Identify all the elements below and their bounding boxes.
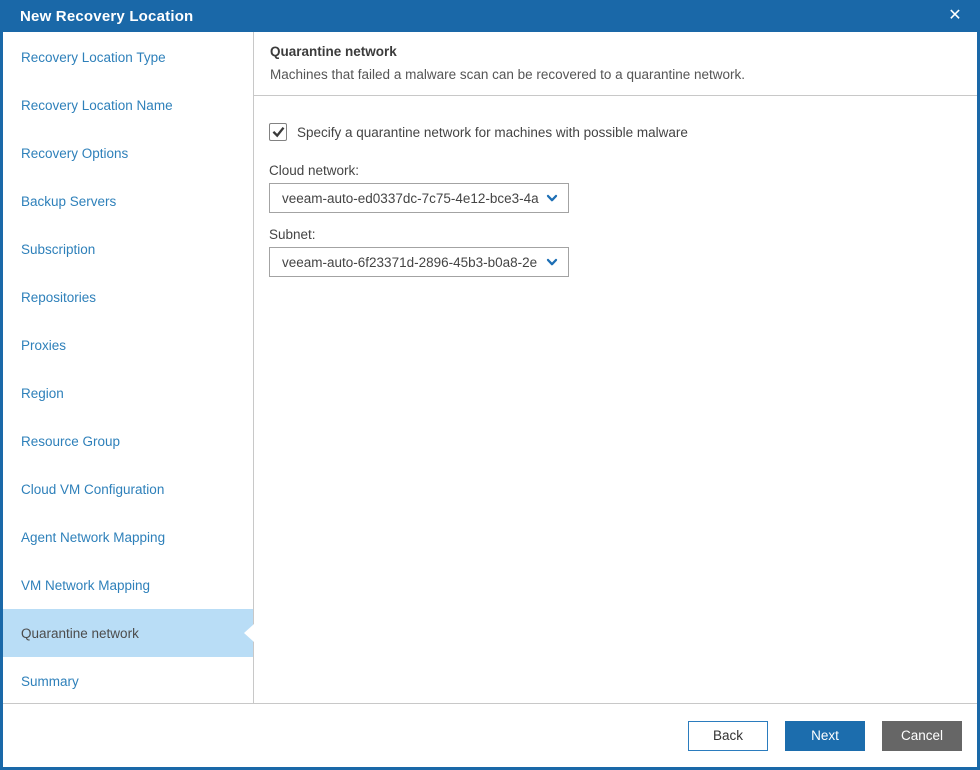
dialog-body: Recovery Location Type Recovery Location …: [3, 32, 977, 703]
title-bar: New Recovery Location ✕: [0, 0, 980, 32]
new-recovery-location-dialog: New Recovery Location ✕ Recovery Locatio…: [0, 0, 980, 770]
main-panel: Quarantine network Machines that failed …: [254, 32, 977, 703]
sidebar-item-recovery-location-name[interactable]: Recovery Location Name: [3, 81, 253, 129]
sidebar-item-label: Cloud VM Configuration: [21, 481, 165, 497]
sidebar-item-agent-network-mapping[interactable]: Agent Network Mapping: [3, 513, 253, 561]
chevron-down-icon: [545, 255, 559, 269]
subnet-value: veeam-auto-6f23371d-2896-45b3-b0a8-2e: [282, 254, 538, 270]
sidebar-item-summary[interactable]: Summary: [3, 657, 253, 705]
step-title: Quarantine network: [270, 44, 397, 59]
sidebar-item-label: Backup Servers: [21, 193, 117, 209]
sidebar-item-repositories[interactable]: Repositories: [3, 273, 253, 321]
sidebar-item-label: Repositories: [21, 289, 97, 305]
quarantine-checkbox-label: Specify a quarantine network for machine…: [297, 124, 688, 140]
sidebar-item-recovery-options[interactable]: Recovery Options: [3, 129, 253, 177]
sidebar-item-label: Agent Network Mapping: [21, 529, 166, 545]
close-icon[interactable]: ✕: [944, 5, 966, 27]
subnet-label: Subnet:: [269, 227, 316, 242]
sidebar-item-label: Quarantine network: [21, 625, 139, 641]
sidebar-item-label: VM Network Mapping: [21, 577, 151, 593]
sidebar-item-backup-servers[interactable]: Backup Servers: [3, 177, 253, 225]
sidebar-item-proxies[interactable]: Proxies: [3, 321, 253, 369]
step-description: Machines that failed a malware scan can …: [270, 67, 746, 82]
cloud-network-value: veeam-auto-ed0337dc-7c75-4e12-bce3-4a: [282, 190, 539, 206]
quarantine-checkbox[interactable]: [269, 123, 287, 141]
sidebar-item-label: Recovery Location Name: [21, 97, 173, 113]
cancel-button[interactable]: Cancel: [882, 720, 962, 751]
sidebar-item-subscription[interactable]: Subscription: [3, 225, 253, 273]
sidebar-item-recovery-location-type[interactable]: Recovery Location Type: [3, 33, 253, 81]
cloud-network-label: Cloud network:: [269, 163, 360, 178]
sidebar-item-label: Resource Group: [21, 433, 121, 449]
sidebar-item-label: Summary: [21, 673, 79, 689]
sidebar-item-cloud-vm-configuration[interactable]: Cloud VM Configuration: [3, 465, 253, 513]
subnet-select[interactable]: veeam-auto-6f23371d-2896-45b3-b0a8-2e: [269, 247, 569, 277]
sidebar-item-resource-group[interactable]: Resource Group: [3, 417, 253, 465]
step-content: Specify a quarantine network for machine…: [254, 96, 977, 703]
next-button[interactable]: Next: [785, 720, 865, 751]
sidebar-item-quarantine-network[interactable]: Quarantine network: [3, 609, 254, 657]
quarantine-checkbox-row: Specify a quarantine network for machine…: [269, 123, 962, 141]
wizard-steps-sidebar: Recovery Location Type Recovery Location …: [3, 32, 254, 703]
checkmark-icon: [272, 126, 284, 137]
step-header: Quarantine network Machines that failed …: [254, 32, 977, 96]
chevron-down-icon: [545, 191, 559, 205]
dialog-footer: Back Next Cancel: [3, 703, 977, 767]
sidebar-item-label: Recovery Options: [21, 145, 129, 161]
sidebar-item-region[interactable]: Region: [3, 369, 253, 417]
sidebar-item-label: Proxies: [21, 337, 67, 353]
sidebar-item-label: Region: [21, 385, 64, 401]
back-button[interactable]: Back: [688, 720, 768, 751]
window-title: New Recovery Location: [20, 7, 194, 25]
sidebar-item-vm-network-mapping[interactable]: VM Network Mapping: [3, 561, 253, 609]
cloud-network-select[interactable]: veeam-auto-ed0337dc-7c75-4e12-bce3-4a: [269, 183, 569, 213]
sidebar-item-label: Recovery Location Type: [21, 49, 166, 65]
sidebar-item-label: Subscription: [21, 241, 96, 257]
